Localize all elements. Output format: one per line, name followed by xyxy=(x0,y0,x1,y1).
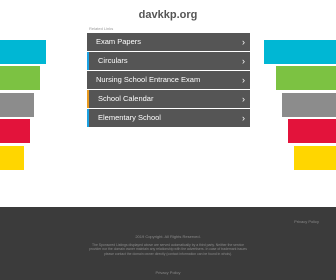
footer: Privacy Policy 2019 Copyright. All Right… xyxy=(0,207,336,280)
landing-area: davkkp.org Related Links Exam Papers › C… xyxy=(0,0,336,207)
right-bar-green xyxy=(276,66,336,90)
right-bar-gray xyxy=(282,93,336,117)
chevron-right-icon: › xyxy=(242,94,245,104)
left-bar-gray xyxy=(0,93,34,117)
disclaimer-text: The Sponsored Listings displayed above a… xyxy=(89,243,247,256)
copyright-text: 2019 Copyright. All Rights Reserved. xyxy=(135,234,201,239)
left-bar-yellow xyxy=(0,146,24,170)
menu-item-label: Elementary School xyxy=(98,113,161,122)
menu-item-label: School Calendar xyxy=(98,94,154,103)
menu-item-circulars[interactable]: Circulars › xyxy=(87,52,250,70)
domain-title: davkkp.org xyxy=(138,9,198,21)
left-bar-red xyxy=(0,119,30,143)
menu-item-elementary-school[interactable]: Elementary School › xyxy=(87,109,250,127)
chevron-right-icon: › xyxy=(242,56,245,66)
related-links-label: Related Links xyxy=(89,26,114,31)
right-bar-yellow xyxy=(294,146,336,170)
menu-item-exam-papers[interactable]: Exam Papers › xyxy=(87,33,250,51)
left-bar-green xyxy=(0,66,40,90)
right-bar-red xyxy=(288,119,336,143)
menu-item-label: Nursing School Entrance Exam xyxy=(96,75,201,84)
chevron-right-icon: › xyxy=(242,37,245,47)
menu-item-label: Circulars xyxy=(98,56,128,65)
chevron-right-icon: › xyxy=(242,113,245,123)
chevron-right-icon: › xyxy=(242,75,245,85)
related-links-menu: Exam Papers › Circulars › Nursing School… xyxy=(87,33,250,128)
footer-privacy-link[interactable]: Privacy Policy xyxy=(0,270,336,275)
menu-item-school-calendar[interactable]: School Calendar › xyxy=(87,90,250,108)
menu-item-label: Exam Papers xyxy=(96,37,142,46)
privacy-policy-link[interactable]: Privacy Policy xyxy=(294,219,319,224)
right-bar-cyan xyxy=(264,40,336,64)
menu-item-nursing-school-entrance-exam[interactable]: Nursing School Entrance Exam › xyxy=(87,71,250,89)
left-bar-cyan xyxy=(0,40,46,64)
